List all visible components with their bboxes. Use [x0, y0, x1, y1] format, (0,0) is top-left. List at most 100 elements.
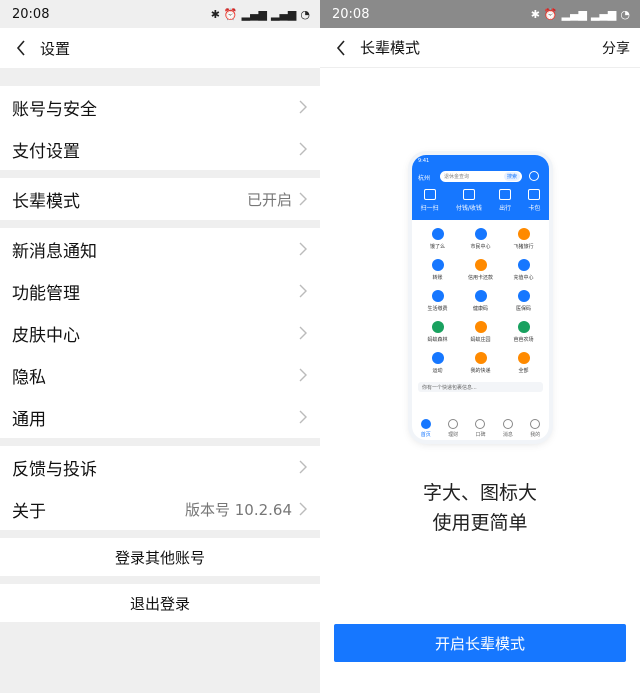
preview-app-label: 蚂蚁庄园: [470, 337, 491, 343]
preview-app-label: 医保码: [515, 306, 531, 312]
preview-app-item: 蚂蚁庄园: [459, 321, 502, 343]
preview-app-item: 充值中心: [502, 259, 545, 281]
chevron-right-icon: [299, 192, 307, 206]
app-icon: [474, 228, 487, 240]
setting-notifications[interactable]: 新消息通知: [0, 228, 320, 270]
preview-quick-label: 出行: [499, 205, 512, 212]
back-button[interactable]: [10, 37, 32, 59]
preview-search-text: 退休金查询: [444, 174, 470, 180]
preview-app-item: 运动: [416, 352, 459, 374]
setting-label: 长辈模式: [12, 191, 80, 212]
setting-about[interactable]: 关于 版本号 10.2.64: [0, 488, 320, 530]
tab-icon: [448, 419, 459, 429]
chevron-left-icon: [16, 40, 25, 56]
divider: [0, 220, 320, 228]
setting-payment[interactable]: 支付设置: [0, 128, 320, 170]
page-title: 设置: [40, 39, 71, 58]
setting-label: 反馈与投诉: [12, 459, 97, 480]
signal-icon: ▂▄▆: [271, 7, 297, 21]
back-button[interactable]: [330, 37, 352, 59]
chevron-right-icon: [299, 460, 307, 474]
preview-app-item: 芭芭农场: [502, 321, 545, 343]
preview-app-item: 健康码: [459, 290, 502, 312]
wifi-icon: ◔: [620, 7, 630, 21]
setting-feedback[interactable]: 反馈与投诉: [0, 446, 320, 488]
setting-label: 皮肤中心: [12, 325, 80, 346]
preview-tab: 我的: [530, 419, 540, 438]
setting-elder-mode[interactable]: 长辈模式 已开启: [0, 178, 320, 220]
wifi-icon: ◔: [300, 7, 310, 21]
share-button[interactable]: 分享: [602, 38, 630, 58]
preview-app-item: 我的快递: [459, 352, 502, 374]
preview-app-item: 飞猪旅行: [502, 228, 545, 250]
setting-general[interactable]: 通用: [0, 396, 320, 438]
tab-icon: [475, 419, 486, 429]
signal-icon: ▂▄▆: [241, 7, 267, 21]
logout-button[interactable]: 退出登录: [0, 584, 320, 622]
setting-label: 账号与安全: [12, 99, 97, 120]
setting-account-security[interactable]: 账号与安全: [0, 86, 320, 128]
tagline-line1: 字大、图标大: [422, 482, 537, 504]
preview-quick-item: 付钱/收钱: [456, 189, 482, 212]
preview-tab: 消息: [502, 419, 513, 438]
app-icon: [517, 352, 530, 364]
app-icon: [474, 321, 487, 333]
nav-bar: 长辈模式 分享: [320, 28, 640, 68]
preview-app-label: 健康码: [472, 306, 488, 312]
app-icon: [431, 321, 444, 333]
signal-icon: ▂▄▆: [591, 7, 617, 21]
preview-app-label: 生活缴费: [427, 306, 448, 312]
app-icon: [517, 259, 530, 271]
app-icon: [431, 259, 444, 271]
setting-label: 关于: [12, 501, 46, 522]
divider: [0, 68, 320, 86]
alarm-icon: ⏰: [543, 7, 558, 21]
nav-bar: 设置: [0, 28, 320, 68]
preview-quick-actions: 扫一扫 付钱/收钱 出行 卡包: [412, 189, 549, 212]
chevron-right-icon: [299, 142, 307, 156]
settings-screen: 20:08 ✱ ⏰ ▂▄▆ ▂▄▆ ◔ 设置 账号与安全 支付设置 长辈模式 已…: [0, 0, 320, 693]
status-time: 20:08: [332, 6, 370, 22]
preview-header: 9:41 杭州 退休金查询 搜索 扫一扫 付钱/收钱 出行 卡包: [412, 155, 549, 220]
preview-app-label: 转账: [432, 275, 443, 281]
status-time: 20:08: [12, 6, 50, 22]
preview-app-item: 全部: [502, 352, 545, 374]
preview-tab: 理财: [448, 419, 458, 438]
preview-app-label: 我的快递: [470, 368, 491, 374]
app-icon: [431, 352, 444, 364]
enable-elder-mode-button[interactable]: 开启长辈模式: [334, 624, 626, 662]
setting-feature-management[interactable]: 功能管理: [0, 270, 320, 312]
app-icon: [431, 290, 444, 302]
preview-app-label: 运动: [432, 368, 443, 374]
preview-banner: 你有一个快递包裹信息...: [418, 382, 543, 392]
preview-tab-label: 首页: [420, 432, 431, 438]
scan-icon: [423, 189, 436, 200]
card-icon: [528, 189, 541, 200]
preview-tab-label: 理财: [448, 432, 459, 438]
login-other-account-button[interactable]: 登录其他账号: [0, 538, 320, 576]
preview-app-item: 信用卡还款: [459, 259, 502, 281]
pay-icon: [462, 189, 475, 200]
setting-privacy[interactable]: 隐私: [0, 354, 320, 396]
page-title: 长辈模式: [360, 39, 421, 57]
preview-quick-item: 扫一扫: [421, 189, 439, 212]
preview-search: 退休金查询 搜索: [440, 171, 522, 182]
chevron-right-icon: [299, 242, 307, 256]
preview-app-label: 飞猪旅行: [513, 244, 534, 250]
divider: [0, 438, 320, 446]
chevron-right-icon: [299, 368, 307, 382]
setting-skin-center[interactable]: 皮肤中心: [0, 312, 320, 354]
chevron-right-icon: [299, 326, 307, 340]
preview-app-label: 信用卡还款: [467, 275, 493, 281]
divider: [0, 530, 320, 538]
preview-app-label: 市民中心: [470, 244, 491, 250]
preview-search-button: 搜索: [504, 172, 520, 181]
divider: [0, 170, 320, 178]
signal-icon: ▂▄▆: [561, 7, 587, 21]
preview-quick-label: 扫一扫: [420, 205, 439, 212]
preview-app-item: 生活缴费: [416, 290, 459, 312]
preview-app-label: 全部: [518, 368, 529, 374]
preview-quick-label: 卡包: [528, 205, 541, 212]
preview-tab-label: 消息: [502, 432, 513, 438]
mute-icon: ✱: [210, 7, 220, 21]
